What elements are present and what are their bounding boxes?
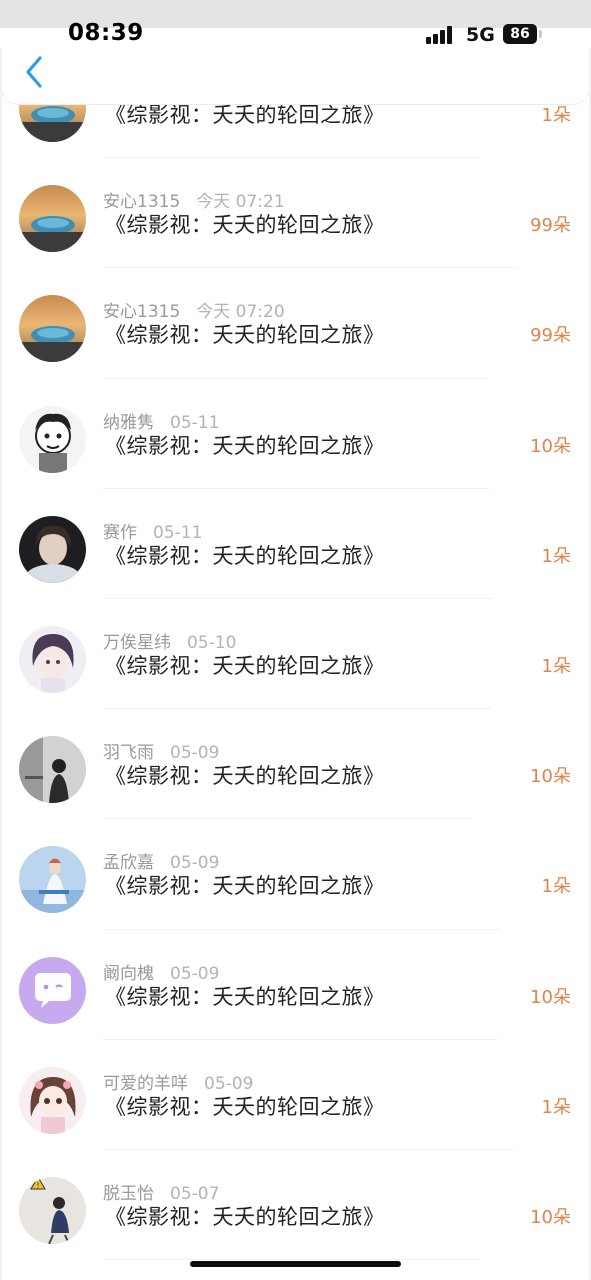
list-item[interactable]: 赛作 05-11 《综影视：夭夭的轮回之旅》 1朵	[2, 489, 589, 599]
avatar[interactable]	[19, 1066, 86, 1134]
back-button[interactable]	[18, 52, 52, 92]
home-indicator[interactable]	[190, 1261, 401, 1267]
flower-count: 10朵	[530, 435, 571, 457]
avatar[interactable]	[19, 185, 86, 253]
flower-count: 1朵	[541, 655, 571, 677]
avatar[interactable]	[19, 295, 86, 363]
nav-bar	[2, 40, 589, 104]
book-title: 《综影视：夭夭的轮回之旅》	[105, 213, 385, 238]
row-divider	[103, 1259, 481, 1261]
list-item[interactable]: ! 脱玉怡 05-07 《综影视：夭夭的轮回之旅》 10朵	[2, 1150, 589, 1261]
flower-count: 10朵	[530, 766, 571, 788]
chevron-left-icon	[26, 56, 42, 88]
book-title: 《综影视：夭夭的轮回之旅》	[105, 323, 385, 348]
book-title: 《综影视：夭夭的轮回之旅》	[105, 984, 385, 1009]
status-bar: 08:39 5G 86	[0, 0, 591, 48]
book-title: 《综影视：夭夭的轮回之旅》	[105, 543, 385, 568]
list-item[interactable]: 纳雅隽 05-11 《综影视：夭夭的轮回之旅》 10朵	[2, 379, 589, 489]
flower-count: 10朵	[530, 986, 571, 1008]
flower-count: 99朵	[530, 215, 571, 237]
list-item[interactable]: 安心1315 今天 07:21 《综影视：夭夭的轮回之旅》 99朵	[2, 158, 589, 269]
book-title: 《综影视：夭夭的轮回之旅》	[105, 433, 385, 458]
list-item[interactable]: 阚向槐 05-09 《综影视：夭夭的轮回之旅》 10朵	[2, 930, 589, 1040]
avatar[interactable]	[19, 736, 86, 804]
book-title: 《综影视：夭夭的轮回之旅》	[105, 764, 385, 789]
svg-text:!: !	[36, 1181, 39, 1190]
avatar[interactable]	[19, 515, 86, 583]
list-item[interactable]: 安心1315今天 07:21 《综影视：夭夭的轮回之旅》 1朵	[2, 96, 589, 159]
avatar[interactable]	[19, 846, 86, 914]
list-item[interactable]: 安心1315 今天 07:20 《综影视：夭夭的轮回之旅》 99朵	[2, 268, 589, 379]
battery-tip	[539, 30, 542, 38]
book-title: 《综影视：夭夭的轮回之旅》	[105, 874, 385, 899]
network-type: 5G	[466, 24, 495, 46]
avatar[interactable]: !	[19, 1176, 86, 1244]
flower-count: 99朵	[530, 325, 571, 347]
gift-record-list: 安心1315今天 07:21 《综影视：夭夭的轮回之旅》 1朵 安心1315今天…	[2, 96, 589, 1280]
avatar[interactable]	[19, 405, 86, 473]
book-title: 《综影视：夭夭的轮回之旅》	[105, 653, 385, 678]
book-title: 《综影视：夭夭的轮回之旅》	[105, 1204, 385, 1229]
battery-icon: 86	[503, 24, 537, 44]
flower-count: 1朵	[541, 876, 571, 898]
flower-count: 1朵	[541, 545, 571, 567]
flower-count: 1朵	[541, 105, 571, 126]
flower-count: 1朵	[541, 1096, 571, 1118]
avatar[interactable]	[19, 956, 86, 1024]
avatar[interactable]	[19, 625, 86, 693]
signal-icon	[426, 26, 456, 44]
book-title: 《综影视：夭夭的轮回之旅》	[105, 1094, 385, 1119]
list-rows: 安心1315今天 07:21 《综影视：夭夭的轮回之旅》 1朵 安心1315今天…	[2, 96, 589, 1261]
list-item[interactable]: 羽飞雨 05-09 《综影视：夭夭的轮回之旅》 10朵	[2, 709, 589, 820]
flower-count: 10朵	[530, 1206, 571, 1228]
list-item[interactable]: 孟欣嘉 05-09 《综影视：夭夭的轮回之旅》 1朵	[2, 819, 589, 930]
status-time: 08:39	[68, 20, 144, 46]
list-item[interactable]: 万俟星纬 05-10 《综影视：夭夭的轮回之旅》 1朵	[2, 599, 589, 710]
list-item[interactable]: 可爱的羊咩 05-09 《综影视：夭夭的轮回之旅》 1朵	[2, 1040, 589, 1150]
